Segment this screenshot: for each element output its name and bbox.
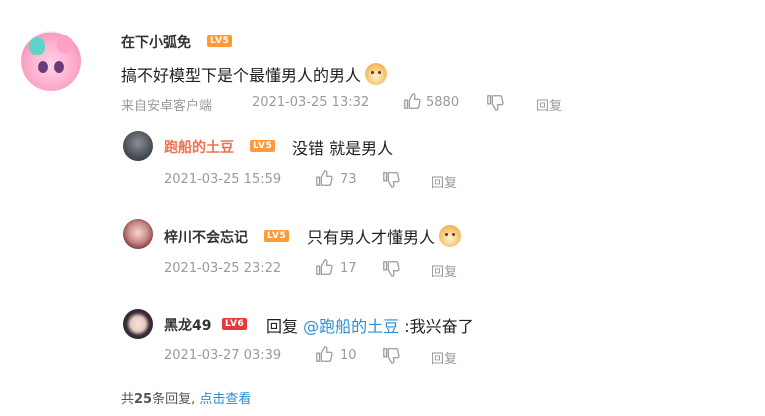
reply-username[interactable]: 梓川不会忘记 [164, 227, 248, 247]
reply-text: :我兴奋了 [404, 317, 474, 336]
like-count: 17 [340, 261, 357, 276]
summary-prefix: 共 [121, 392, 135, 407]
thumbs-up-icon[interactable] [315, 345, 333, 367]
reply-content: 没错 就是男人 [292, 139, 394, 158]
reply-content: 只有男人才懂男人 [307, 224, 462, 248]
comment-content: 搞不好模型下是个最懂男人的男人 [121, 62, 388, 86]
level-badge: LV6 [222, 318, 248, 330]
summary-suffix: 条回复, [152, 392, 196, 407]
reply-username[interactable]: 黑龙49 [164, 315, 211, 335]
mention-link[interactable]: @跑船的土豆 [303, 317, 399, 336]
thumbs-up-icon[interactable] [315, 169, 333, 191]
level-badge: LV5 [207, 35, 233, 47]
reply-count: 25 [134, 392, 153, 407]
reply-summary: 共25条回复, 点击查看 [121, 388, 251, 407]
like-count: 73 [340, 172, 357, 187]
avatar[interactable] [21, 31, 81, 91]
view-replies-link[interactable]: 点击查看 [199, 392, 251, 407]
reply-timestamp: 2021-03-25 15:59 [164, 172, 282, 187]
avatar[interactable] [123, 309, 153, 339]
level-badge: LV5 [264, 230, 290, 242]
comment-username[interactable]: 在下小弧免 [121, 32, 191, 52]
reply-button[interactable]: 回复 [431, 261, 457, 280]
level-badge: LV5 [250, 140, 276, 152]
avatar[interactable] [123, 131, 153, 161]
thumbs-up-icon[interactable] [315, 258, 333, 280]
reply-content: 回复 @跑船的土豆 :我兴奋了 [266, 313, 474, 337]
reply-prefix: 回复 [266, 317, 299, 336]
comment-source: 来自安卓客户端 [121, 99, 213, 114]
thumbs-up-icon[interactable] [403, 92, 421, 110]
thumbs-down-icon[interactable] [486, 94, 504, 112]
like-count: 5880 [426, 95, 460, 110]
thumbs-down-icon[interactable] [382, 171, 400, 193]
dog-emoji-icon [439, 225, 462, 247]
thumbs-down-icon[interactable] [382, 260, 400, 282]
reply-username[interactable]: 跑船的土豆 [164, 137, 234, 157]
dog-emoji-icon [365, 63, 388, 85]
reply-button[interactable]: 回复 [431, 172, 457, 191]
reply-timestamp: 2021-03-25 23:22 [164, 261, 282, 276]
thumbs-down-icon[interactable] [382, 347, 400, 369]
comment-text: 搞不好模型下是个最懂男人的男人 [121, 66, 362, 85]
avatar[interactable] [123, 219, 153, 249]
reply-button[interactable]: 回复 [536, 95, 562, 114]
reply-button[interactable]: 回复 [431, 348, 457, 367]
comment-timestamp: 2021-03-25 13:32 [252, 95, 370, 110]
reply-text: 只有男人才懂男人 [307, 228, 436, 247]
reply-timestamp: 2021-03-27 03:39 [164, 348, 282, 363]
like-count: 10 [340, 348, 357, 363]
